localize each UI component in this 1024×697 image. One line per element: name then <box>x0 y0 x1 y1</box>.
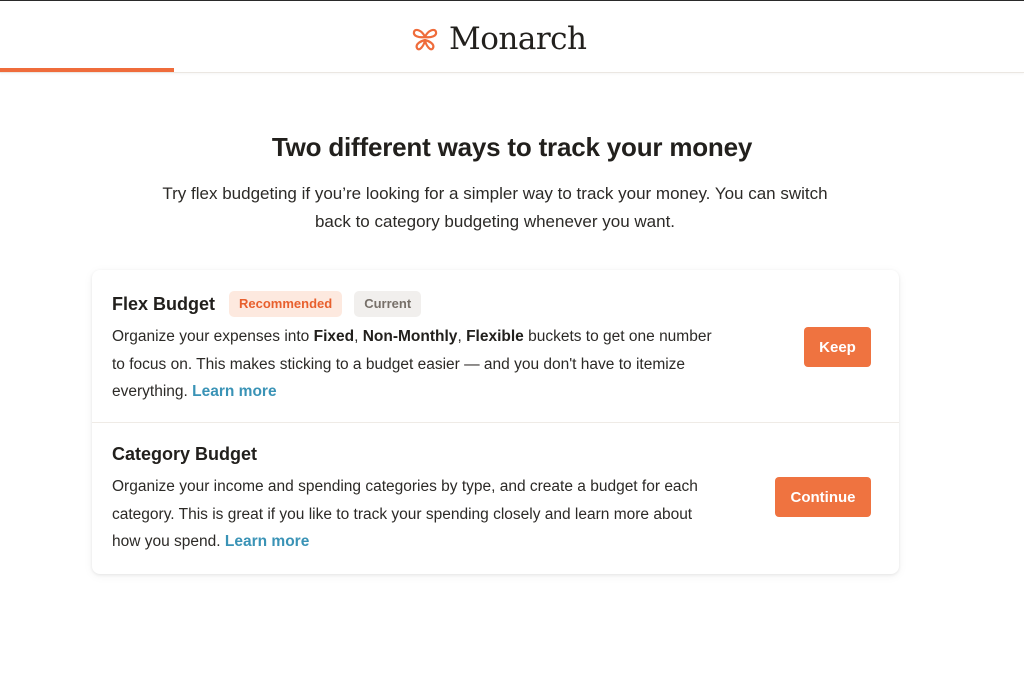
budget-options-card: Flex Budget Recommended Current Organize… <box>92 270 899 574</box>
learn-more-link[interactable]: Learn more <box>225 533 309 550</box>
page-subtitle: Try flex budgeting if you’re looking for… <box>162 184 828 231</box>
top-header: Monarch <box>0 1 1024 73</box>
option-description: Organize your expenses into Fixed, Non-M… <box>112 323 712 406</box>
option-flex-budget: Flex Budget Recommended Current Organize… <box>92 270 899 422</box>
option-title: Flex Budget <box>112 293 216 314</box>
onboarding-progress-bar <box>0 68 174 72</box>
continue-button[interactable]: Continue <box>775 477 871 517</box>
butterfly-icon <box>412 28 438 51</box>
bucket-non-monthly: Non-Monthly <box>362 328 458 345</box>
brand-name: Monarch <box>449 21 587 57</box>
brand-logo: Monarch <box>411 19 587 59</box>
option-description: Organize your income and spending catego… <box>112 473 712 556</box>
desc-text: Organize your expenses into <box>112 328 314 345</box>
option-header: Flex Budget Recommended Current <box>112 291 422 317</box>
keep-button[interactable]: Keep <box>804 327 871 367</box>
learn-more-link[interactable]: Learn more <box>192 383 276 400</box>
bucket-fixed: Fixed <box>313 328 355 345</box>
desc-separator: , <box>457 328 467 345</box>
current-badge: Current <box>354 291 422 317</box>
option-title: Category Budget <box>112 444 258 464</box>
bucket-flexible: Flexible <box>466 328 524 345</box>
recommended-badge: Recommended <box>229 291 343 317</box>
desc-text: Organize your income and spending catego… <box>112 478 698 550</box>
desc-separator: , <box>354 328 363 345</box>
option-category-budget: Category Budget Organize your income and… <box>92 423 899 574</box>
page-title: Two different ways to track your money <box>271 132 753 162</box>
option-header: Category Budget <box>112 444 257 465</box>
